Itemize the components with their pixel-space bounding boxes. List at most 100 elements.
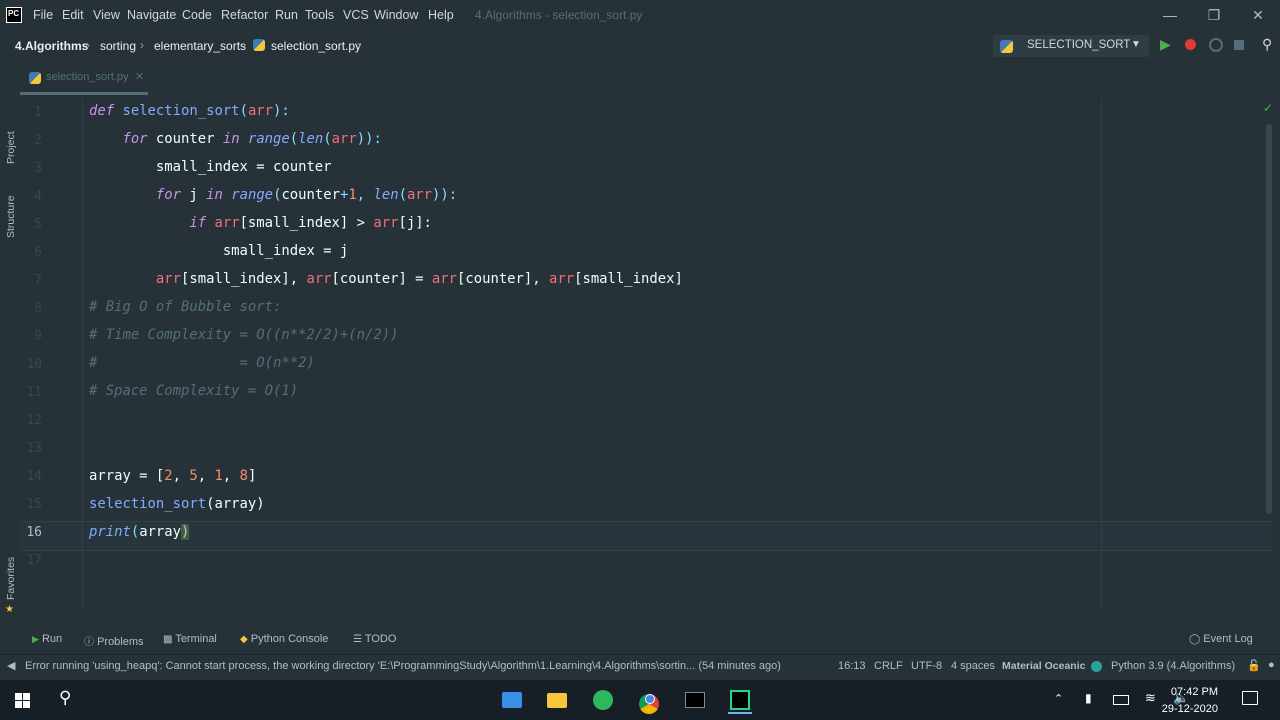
python-console-tool-button[interactable]: ◆ Python Console [240,633,328,645]
pycharm-logo-icon[interactable]: PC [6,7,22,23]
folder-icon[interactable] [545,688,569,712]
menu-navigate[interactable]: Navigate [127,8,176,22]
run-config-selector[interactable]: SELECTION_SORT ▼ [993,35,1149,57]
breadcrumb-separator: › [86,38,90,52]
breadcrumb-sorting[interactable]: sorting [100,39,136,53]
menu-window[interactable]: Window [374,8,418,22]
search-icon[interactable]: ⚲ [1262,36,1272,53]
indent-setting[interactable]: 4 spaces [951,660,995,672]
code-line-14: array = [2, 5, 1, 8] [89,468,257,484]
restore-button[interactable]: ❐ [1202,4,1226,26]
file-encoding[interactable]: UTF-8 [911,660,942,672]
line-number: 12 [26,413,42,428]
line-number: 4 [34,189,42,204]
clock-time[interactable]: 07:42 PM [1171,686,1218,698]
terminal-icon[interactable] [683,688,707,712]
menu-file[interactable]: File [33,8,53,22]
menu-edit[interactable]: Edit [62,8,84,22]
breadcrumb-separator: › [140,38,144,52]
search-taskbar-icon[interactable]: ⚲ [59,688,71,708]
terminal-tool-button[interactable]: ▩ Terminal [163,633,217,645]
line-number: 9 [34,329,42,344]
breadcrumb-separator: › [242,38,246,52]
warning-icon: ◀ [7,660,16,672]
microphone-icon[interactable]: ▮ [1085,691,1092,705]
star-icon: ★ [5,604,14,615]
chrome-icon[interactable] [637,688,661,714]
notification-status-icon[interactable]: ● [1268,659,1275,671]
atom-icon[interactable] [591,688,615,712]
status-message[interactable]: Error running 'using_heapq': Cannot star… [25,660,811,672]
windows-taskbar: ⚲ ⌃ ▮ ≋ 🔈 07:42 PM 29-12-2020 [0,680,1280,720]
clock-date[interactable]: 29-12-2020 [1162,703,1218,715]
menu-tools[interactable]: Tools [305,8,334,22]
line-number: 7 [34,273,42,288]
battery-icon[interactable] [1113,695,1129,705]
problems-tool-button[interactable]: ⓘ Problems [84,633,144,648]
python-interpreter[interactable]: Python 3.9 (4.Algorithms) [1111,660,1235,672]
menu-refactor[interactable]: Refactor [221,8,268,22]
event-log-button[interactable]: ◯ Event Log [1189,633,1253,645]
breadcrumb-elementary-sorts[interactable]: elementary_sorts [154,39,246,53]
menu-run[interactable]: Run [275,8,298,22]
line-number: 8 [34,301,42,316]
checkmark-icon: ✓ [1263,101,1274,115]
code-editor[interactable]: 1 2 3 4 5 6 7 8 9 10 11 12 13 14 15 16 1… [20,98,1274,608]
code-line-11: # Space Complexity = O(1) [89,383,299,399]
theme-name[interactable]: Material Oceanic [1002,660,1085,672]
app-icon[interactable] [500,688,524,712]
title-bar: PC File Edit View Navigate Code Refactor… [0,0,1280,32]
editor-scrollbar[interactable] [1266,124,1272,514]
code-line-5: if arr[small_index] > arr[j]: [189,215,432,231]
stop-icon[interactable] [1234,40,1244,50]
menu-vcs[interactable]: VCS [343,8,369,22]
breadcrumb-separator: › [357,38,361,52]
menu-code[interactable]: Code [182,8,212,22]
cursor-position[interactable]: 16:13 [838,660,866,672]
code-line-15: selection_sort(array) [89,496,265,512]
python-file-icon [253,39,265,51]
debug-icon[interactable] [1185,39,1196,50]
line-number: 14 [26,469,42,484]
gutter-divider [82,98,83,608]
coverage-icon[interactable] [1209,38,1223,52]
breadcrumb-project[interactable]: 4.Algorithms [15,39,88,53]
minimize-button[interactable]: — [1158,4,1182,26]
line-number: 2 [34,133,42,148]
line-number: 11 [26,385,42,400]
right-margin-guide [1101,98,1102,608]
line-number: 15 [26,497,42,512]
close-icon[interactable]: ✕ [135,70,144,83]
menu-view[interactable]: View [93,8,120,22]
run-icon[interactable]: ▶ [1160,36,1171,53]
python-icon [1000,40,1013,53]
editor-tab-bar: selection_sort.py ✕ [20,60,1280,95]
code-line-16: print(array) [89,524,190,540]
structure-tool-button[interactable]: Structure [5,195,17,238]
line-number: 3 [34,161,42,176]
wifi-icon[interactable]: ≋ [1145,690,1156,706]
tab-selection-sort[interactable]: selection_sort.py ✕ [20,64,148,95]
left-tool-strip: Project Structure Favorites ★ [0,60,20,630]
line-number: 1 [34,105,42,120]
windows-start-icon[interactable] [15,693,30,708]
run-tool-button[interactable]: ▶ Run [32,633,62,645]
lock-icon[interactable]: 🔓 [1247,659,1261,672]
close-window-button[interactable]: ✕ [1246,4,1270,26]
line-separator[interactable]: CRLF [874,660,903,672]
chevron-up-icon[interactable]: ⌃ [1054,692,1063,705]
menu-help[interactable]: Help [428,8,454,22]
code-line-9: # Time Complexity = O((n**2/2)+(n/2)) [89,327,399,343]
project-tool-button[interactable]: Project [5,131,17,164]
code-line-3: small_index = counter [155,159,332,175]
theme-icon [1091,661,1102,672]
favorites-tool-button[interactable]: Favorites [5,557,17,600]
todo-tool-button[interactable]: ☰ TODO [353,633,396,645]
notification-icon[interactable] [1242,691,1258,705]
breadcrumb-file[interactable]: selection_sort.py [271,39,361,53]
line-number: 10 [26,357,42,372]
bottom-tool-bar: ▶ Run ⓘ Problems ▩ Terminal ◆ Python Con… [0,628,1280,652]
tab-label: selection_sort.py [46,71,129,83]
pycharm-taskbar-icon[interactable] [728,688,752,714]
python-file-icon [29,72,41,84]
